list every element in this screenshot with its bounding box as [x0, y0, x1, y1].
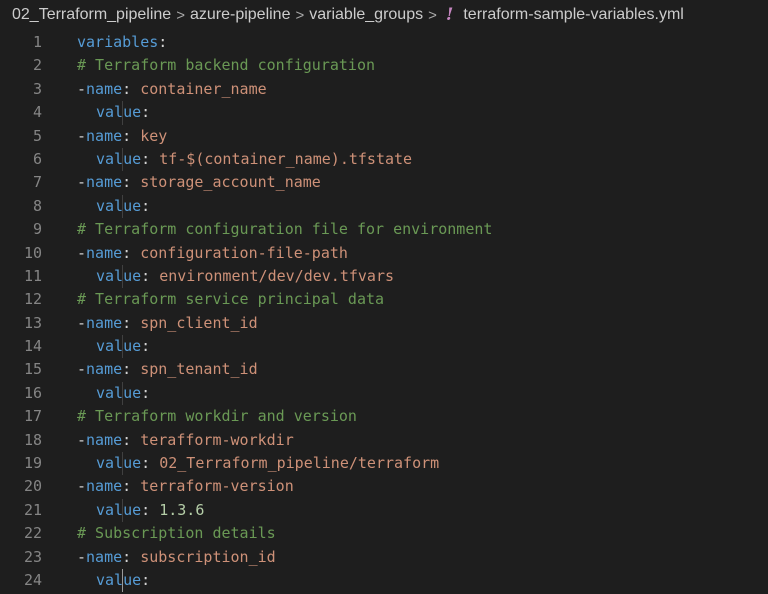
- code-editor: 02_Terraform_pipeline > azure-pipeline >…: [0, 0, 768, 594]
- line-number: 15: [23, 360, 42, 379]
- indent-guide: [122, 194, 123, 219]
- code-line[interactable]: 5 - name: key: [0, 125, 768, 148]
- line-number: 24: [23, 570, 42, 589]
- code-line[interactable]: 4 value:: [0, 101, 768, 125]
- code-line[interactable]: 9 # Terraform configuration file for env…: [0, 218, 768, 241]
- line-number: 1: [32, 33, 42, 51]
- entry-value: 1.3.6: [159, 500, 205, 519]
- code-line[interactable]: 20 - name: terraform-version: [0, 475, 768, 498]
- breadcrumb-item-azure-pipeline[interactable]: azure-pipeline: [190, 6, 291, 24]
- breadcrumb-item-variable-groups[interactable]: variable_groups: [309, 6, 423, 24]
- line-number: 12: [23, 290, 42, 309]
- code-line[interactable]: 15 - name: spn_tenant_id: [0, 358, 768, 381]
- indent-guide: [122, 568, 123, 593]
- line-number: 14: [23, 337, 42, 356]
- indent-guide: [122, 264, 123, 289]
- entry-name: storage_account_name: [140, 173, 321, 192]
- indent-guide: [122, 147, 123, 172]
- code-line[interactable]: 6 value: tf-$(container_name).tfstate: [0, 147, 768, 172]
- code-line[interactable]: 19 value: 02_Terraform_pipeline/terrafor…: [0, 452, 768, 476]
- yaml-comment: # Terraform service principal data: [77, 290, 385, 309]
- line-number: 7: [32, 173, 42, 192]
- code-line[interactable]: 2 # Terraform backend configuration: [0, 54, 768, 77]
- line-number: 4: [32, 103, 42, 122]
- yaml-comment: # Terraform workdir and version: [77, 407, 357, 426]
- yaml-file-icon: !: [445, 5, 454, 25]
- entry-name: configuration-file-path: [140, 243, 348, 262]
- entry-name: container_name: [140, 79, 267, 98]
- line-number: 2: [32, 56, 42, 75]
- entry-name: terafform-workdir: [140, 430, 294, 449]
- code-line[interactable]: 23 - name: subscription_id: [0, 546, 768, 569]
- code-line[interactable]: 14 value:: [0, 335, 768, 359]
- line-number: 6: [32, 149, 42, 168]
- chevron-right-icon: >: [428, 6, 437, 24]
- chevron-right-icon: >: [176, 6, 185, 24]
- breadcrumb-item-file[interactable]: terraform-sample-variables.yml: [463, 6, 684, 24]
- line-number: 13: [23, 313, 42, 332]
- yaml-comment: # Terraform backend configuration: [77, 56, 376, 75]
- code-area[interactable]: 1 variables: 2 # Terraform backend confi…: [0, 30, 768, 593]
- indent-guide: [122, 335, 123, 359]
- code-line[interactable]: 18 - name: terafform-workdir: [0, 429, 768, 452]
- code-line[interactable]: 10 - name: configuration-file-path: [0, 242, 768, 265]
- entry-value: 02_Terraform_pipeline/terraform: [159, 454, 440, 473]
- breadcrumb: 02_Terraform_pipeline > azure-pipeline >…: [0, 0, 768, 30]
- line-number: 9: [32, 220, 42, 239]
- line-number: 11: [23, 266, 42, 285]
- entry-name: subscription_id: [140, 547, 276, 566]
- code-line[interactable]: 12 # Terraform service principal data: [0, 288, 768, 311]
- chevron-right-icon: >: [295, 6, 305, 24]
- code-line[interactable]: 1 variables:: [0, 31, 768, 54]
- entry-name: spn_client_id: [140, 313, 258, 332]
- entry-name: terraform-version: [140, 477, 294, 496]
- breadcrumb-item-pipeline[interactable]: 02_Terraform_pipeline: [12, 6, 171, 24]
- code-line[interactable]: 11 value: environment/dev/dev.tfvars: [0, 264, 768, 289]
- code-line[interactable]: 8 value:: [0, 194, 768, 219]
- code-line[interactable]: 16 value:: [0, 381, 768, 406]
- entry-value: tf-$(container_name).tfstate: [159, 149, 413, 168]
- line-number: 22: [23, 524, 42, 543]
- yaml-key: variables: [77, 33, 159, 51]
- line-number: 16: [23, 383, 42, 402]
- line-number: 18: [23, 430, 42, 449]
- line-number: 10: [23, 243, 42, 262]
- code-line[interactable]: 13 - name: spn_client_id: [0, 312, 768, 335]
- indent-guide: [122, 498, 123, 523]
- entry-name: spn_tenant_id: [140, 360, 258, 379]
- line-number: 8: [32, 196, 42, 215]
- code-line[interactable]: 7 - name: storage_account_name: [0, 171, 768, 194]
- line-number: 19: [23, 454, 42, 473]
- entry-name: key: [140, 126, 168, 145]
- line-number: 17: [23, 407, 42, 426]
- yaml-comment: # Terraform configuration file for envir…: [77, 220, 493, 239]
- line-number: 23: [23, 547, 42, 566]
- entry-value: environment/dev/dev.tfvars: [159, 266, 395, 285]
- code-line[interactable]: 17 # Terraform workdir and version: [0, 405, 768, 428]
- yaml-comment: # Subscription details: [77, 524, 276, 543]
- line-number: 5: [32, 126, 42, 145]
- indent-guide: [122, 101, 123, 125]
- code-line[interactable]: 3 - name: container_name: [0, 78, 768, 101]
- line-number: 20: [23, 477, 42, 496]
- line-number: 3: [32, 79, 42, 98]
- indent-guide: [122, 452, 123, 476]
- code-line[interactable]: 21 value: 1.3.6: [0, 498, 768, 523]
- indent-guide: [122, 381, 123, 406]
- line-number: 21: [23, 500, 42, 519]
- code-line[interactable]: 24 value:: [0, 568, 768, 593]
- code-line[interactable]: 22 # Subscription details: [0, 522, 768, 545]
